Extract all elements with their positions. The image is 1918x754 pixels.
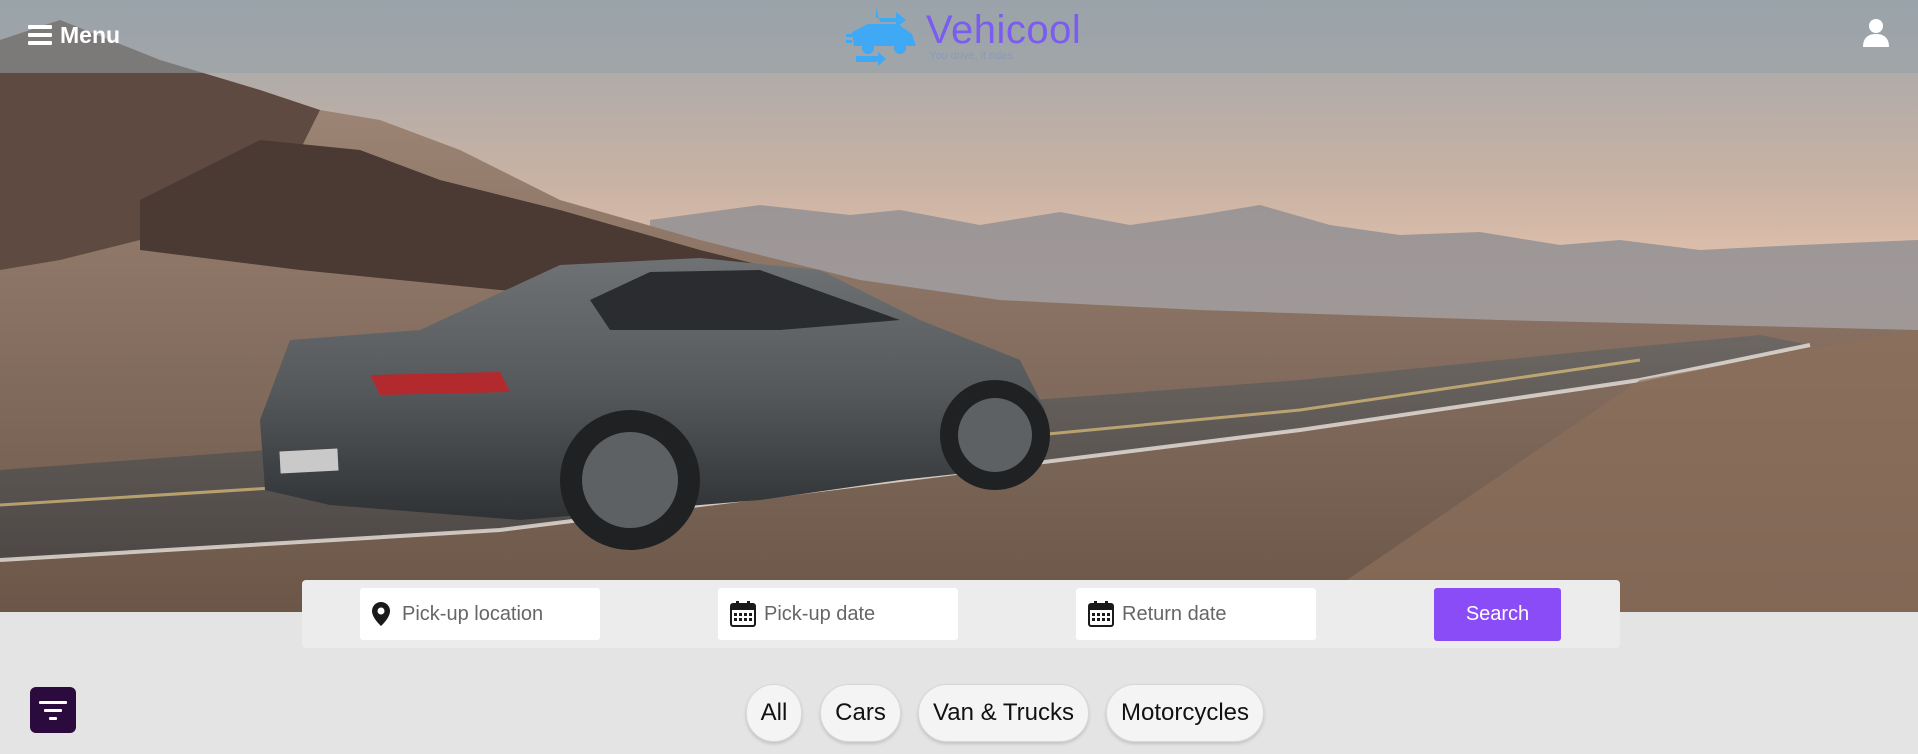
brand-tagline: You drive, it rides xyxy=(929,50,1013,62)
pickup-date-field[interactable] xyxy=(718,588,958,640)
menu-label: Menu xyxy=(60,21,121,48)
menu-icon xyxy=(28,25,52,45)
calendar-icon xyxy=(1088,601,1114,627)
location-pin-icon xyxy=(372,602,390,626)
pickup-date-input[interactable] xyxy=(764,602,934,626)
return-date-field[interactable] xyxy=(1076,588,1316,640)
hero-banner: Menu Vehicool You drive, it rides xyxy=(0,0,1918,612)
category-chip-motorcycles[interactable]: Motorcycles xyxy=(1106,684,1264,742)
menu-button[interactable]: Menu xyxy=(28,20,120,50)
calendar-icon xyxy=(730,601,756,627)
brand-name: Vehicool xyxy=(926,8,1082,52)
category-chip-all[interactable]: All xyxy=(746,684,802,742)
pickup-location-field[interactable] xyxy=(360,588,600,640)
return-date-input[interactable] xyxy=(1122,602,1292,626)
user-icon xyxy=(1863,19,1889,47)
hero-image xyxy=(0,0,1918,612)
car-logo-icon xyxy=(846,8,916,66)
category-chip-van-trucks[interactable]: Van & Trucks xyxy=(918,684,1089,742)
top-navigation-bar: Menu Vehicool You drive, it rides xyxy=(0,0,1918,73)
user-account-button[interactable] xyxy=(1862,18,1892,50)
search-button[interactable]: Search xyxy=(1434,588,1561,641)
brand-logo[interactable]: Vehicool You drive, it rides xyxy=(846,6,1081,68)
search-bar: Search xyxy=(302,580,1620,648)
pickup-location-input[interactable] xyxy=(402,602,572,626)
category-chip-cars[interactable]: Cars xyxy=(820,684,901,742)
category-filter-chips: All Cars Van & Trucks Motorcycles xyxy=(0,684,1918,742)
